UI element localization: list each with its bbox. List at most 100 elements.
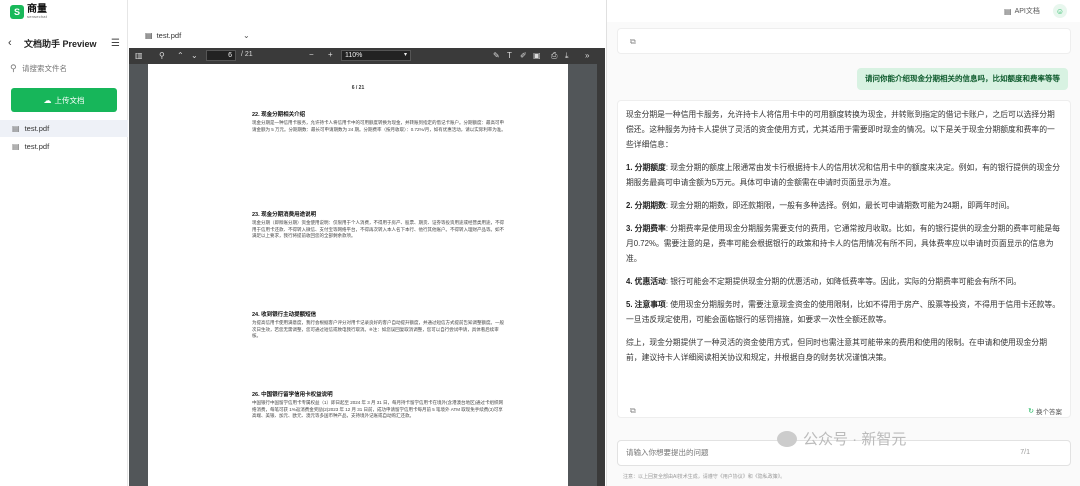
answer-point: 3. 分期费率: 分期费率是使用现金分期服务需要支付的费用，它通常按月收取。比如… (626, 221, 1062, 266)
sidebar-toggle-icon[interactable]: ▥ (135, 51, 143, 60)
app-root: S 商量 sensechat ‹ 文档助手 Preview ☰ ⚲ ☁ 上传文档… (0, 0, 1080, 486)
answer-point-label: 4. 优惠活动 (626, 277, 666, 286)
file-list-item[interactable]: ▤ test.pdf (0, 120, 128, 137)
print-icon[interactable]: ⎙ (551, 51, 557, 61)
answer-point-label: 5. 注意事项 (626, 300, 666, 309)
pdf-toolbar: ▥ ⚲ ⌃ ⌄ 6 / 21 − + 110% ▾ ✎ T ✐ ▣ ⎙ ⤓ » (129, 48, 605, 64)
menu-collapse-icon[interactable]: ☰ (111, 38, 120, 49)
pdf-page: 6 / 21 22. 现金分期相关介绍 现金分期是一种信用卡服务，允许持卡人将信… (148, 64, 568, 486)
file-icon: ▤ (12, 142, 20, 151)
chevron-down-icon[interactable]: ⌄ (243, 31, 250, 40)
answer-point: 2. 分期期数: 现金分期的期数，即还款期限，一般有多种选择。例如，最长可申请期… (626, 198, 1062, 213)
pdf-section-body: 现金分期（即赊账分期）资金使用说明：仅限用于个人消费，不得用于房产、股票、期货、… (252, 220, 504, 238)
pdf-tab-bar: ▤ test.pdf ⌄ (129, 28, 605, 48)
pdf-section: 23. 现金分期消费用途说明 现金分期（即赊账分期）资金使用说明：仅限用于个人消… (252, 210, 506, 240)
answer-point-label: 1. 分期额度 (626, 163, 666, 172)
answer-point-text: : 分期费率是使用现金分期服务需要支付的费用，它通常按月收取。比如，有的银行提供… (626, 224, 1061, 263)
highlight-pen-icon[interactable]: ✎ (493, 51, 500, 60)
logo-subtitle: sensechat (27, 14, 48, 19)
answer-point-text: : 现金分期的期数，即还款期限，一般有多种选择。例如，最长可申请期数可能为24期… (665, 201, 1015, 210)
refresh-icon: ↻ (1028, 408, 1034, 415)
file-name: test.pdf (24, 124, 50, 133)
api-doc-label: API文档 (1014, 8, 1040, 15)
app-logo[interactable]: S 商量 sensechat (10, 3, 47, 21)
pdf-section-body: 为提高信用卡使用满意度，我行会根据客户评分对用卡记录良好的客户自动提升额度，并通… (252, 320, 504, 338)
copy-icon[interactable]: ⧉ (630, 406, 636, 416)
pdf-page-header: 6 / 21 (351, 85, 365, 91)
search-icon: ⚲ (10, 62, 17, 73)
wechat-icon (777, 430, 797, 447)
answer-intro: 现金分期是一种信用卡服务，允许持卡人将信用卡中的可用额度转换为现金，并转账到指定… (626, 110, 1055, 149)
upload-cloud-icon: ☁ (43, 95, 52, 105)
input-char-count: 7/1 (1020, 449, 1030, 456)
chat-input[interactable] (626, 448, 926, 457)
pdf-section-body: 现金分期是一种信用卡服务，允许持卡人将信用卡中的可用额度转换为现金，并转账到指定… (252, 120, 506, 132)
file-name: test.pdf (24, 142, 50, 151)
upload-button-label: 上传文档 (54, 95, 85, 105)
draw-icon[interactable]: ✐ (520, 51, 527, 60)
pdf-tab-name: test.pdf (156, 31, 182, 40)
api-doc-link[interactable]: ▤ API文档 (1004, 6, 1040, 16)
previous-page-icon[interactable]: ⌃ (177, 51, 184, 60)
answer-point: 4. 优惠活动: 银行可能会不定期提供现金分期的优惠活动，如降低费率等。因此，实… (626, 274, 1062, 289)
watermark-text: 公众号 · 新智元 (803, 431, 907, 448)
answer-text: 现金分期是一种信用卡服务，允许持卡人将信用卡中的可用额度转换为现金，并转账到指定… (626, 107, 1062, 373)
download-icon[interactable]: ⤓ (565, 51, 569, 61)
copy-icon[interactable]: ⧉ (630, 37, 636, 47)
user-avatar-icon[interactable]: ☺ (1053, 4, 1067, 18)
sidebar-header: ‹ 文档助手 Preview ☰ (8, 36, 120, 50)
regenerate-label: 换个答案 (1036, 409, 1062, 416)
answer-point-text: : 使用现金分期服务时，需要注意现金资金的使用限制，比如不得用于房产、股票等投资… (626, 300, 1061, 324)
file-search-input[interactable] (22, 63, 112, 73)
chevron-left-icon[interactable]: ‹ (8, 37, 20, 49)
assistant-answer-card: 现金分期是一种信用卡服务，允许持卡人将信用卡中的可用额度转换为现金，并转账到指定… (617, 100, 1071, 418)
text-tool-icon[interactable]: T (507, 51, 512, 60)
pdf-scrollbar[interactable] (597, 64, 605, 486)
next-page-icon[interactable]: ⌄ (191, 51, 198, 60)
pdf-section: 22. 现金分期相关介绍 现金分期是一种信用卡服务，允许持卡人将信用卡中的可用额… (252, 110, 506, 133)
zoom-value: 110% (345, 52, 363, 59)
document-icon: ▤ (1004, 6, 1012, 16)
more-tools-icon[interactable]: » (585, 51, 589, 60)
pdf-file-tab[interactable]: ▤ test.pdf ⌄ (145, 31, 250, 40)
search-icon[interactable]: ⚲ (159, 51, 165, 60)
watermark: 公众号 · 新智元 (777, 428, 906, 449)
answer-point-text: : 现金分期的额度上限通常由发卡行根据持卡人的信用状况和信用卡中的额度来决定。例… (626, 163, 1061, 187)
upload-document-button[interactable]: ☁ 上传文档 (11, 88, 117, 112)
answer-point-text: : 银行可能会不定期提供现金分期的优惠活动，如降低费率等。因此，实际的分期费率可… (665, 277, 1022, 286)
answer-point-label: 3. 分期费率 (626, 224, 666, 233)
disclaimer-text: 注意：以上回复全部由AI技术生成，请遵守《用户协议》和《隐私政策》。 (623, 474, 786, 480)
answer-point: 1. 分期额度: 现金分期的额度上限通常由发卡行根据持卡人的信用状况和信用卡中的… (626, 160, 1062, 190)
chat-panel: ▤ API文档 ☺ ⧉ 请问你能介绍现金分期相关的信息吗，比如额度和费率等等 现… (606, 0, 1080, 486)
pdf-section-title: 23. 现金分期消费用途说明 (252, 212, 317, 218)
previous-message-card: ⧉ (617, 28, 1071, 54)
pdf-viewer-panel: ▤ test.pdf ⌄ ▥ ⚲ ⌃ ⌄ 6 / 21 − + 110% ▾ ✎… (129, 0, 605, 486)
pdf-section-title: 24. 收到银行主动提额短信 (252, 312, 317, 318)
pdf-section-body: 中国银行中国留学信用卡专属权益（1）即日起至 2024 年 3 月 31 日，每… (252, 400, 504, 418)
page-total: / 21 (241, 51, 253, 58)
logo-mark-icon: S (10, 5, 24, 19)
file-icon: ▤ (145, 31, 153, 40)
pdf-section: 24. 收到银行主动提额短信 为提高信用卡使用满意度，我行会根据客户评分对用卡记… (252, 310, 506, 340)
answer-point-label: 2. 分期期数 (626, 201, 666, 210)
user-message: 请问你能介绍现金分期相关的信息吗，比如额度和费率等等 (857, 68, 1068, 90)
pdf-section: 26. 中国银行留学信用卡权益说明 中国银行中国留学信用卡专属权益（1）即日起至… (252, 390, 506, 420)
pdf-section-title: 22. 现金分期相关介绍 (252, 112, 306, 118)
chat-topbar: ▤ API文档 ☺ (607, 0, 1080, 22)
answer-point: 5. 注意事项: 使用现金分期服务时，需要注意现金资金的使用限制，比如不得用于房… (626, 297, 1062, 327)
regenerate-answer-button[interactable]: ↻ 换个答案 (1028, 406, 1062, 416)
file-search: ⚲ (10, 61, 120, 75)
zoom-in-icon[interactable]: + (328, 50, 333, 59)
file-list-item[interactable]: ▤ test.pdf (0, 138, 128, 155)
answer-outro: 综上，现金分期提供了一种灵活的资金使用方式，但同时也需注意其可能带来的费用和使用… (626, 338, 1048, 362)
pdf-viewport[interactable]: 6 / 21 22. 现金分期相关介绍 现金分期是一种信用卡服务，允许持卡人将信… (129, 64, 605, 486)
zoom-out-icon[interactable]: − (309, 50, 314, 59)
chevron-down-icon: ▾ (403, 52, 407, 58)
zoom-select[interactable]: 110% ▾ (341, 50, 411, 61)
page-number-input[interactable]: 6 (206, 50, 236, 61)
image-icon[interactable]: ▣ (533, 51, 541, 60)
file-icon: ▤ (12, 124, 20, 133)
sidebar: S 商量 sensechat ‹ 文档助手 Preview ☰ ⚲ ☁ 上传文档… (0, 0, 128, 486)
pdf-section-title: 26. 中国银行留学信用卡权益说明 (252, 392, 333, 398)
sidebar-title: 文档助手 Preview (24, 38, 97, 49)
